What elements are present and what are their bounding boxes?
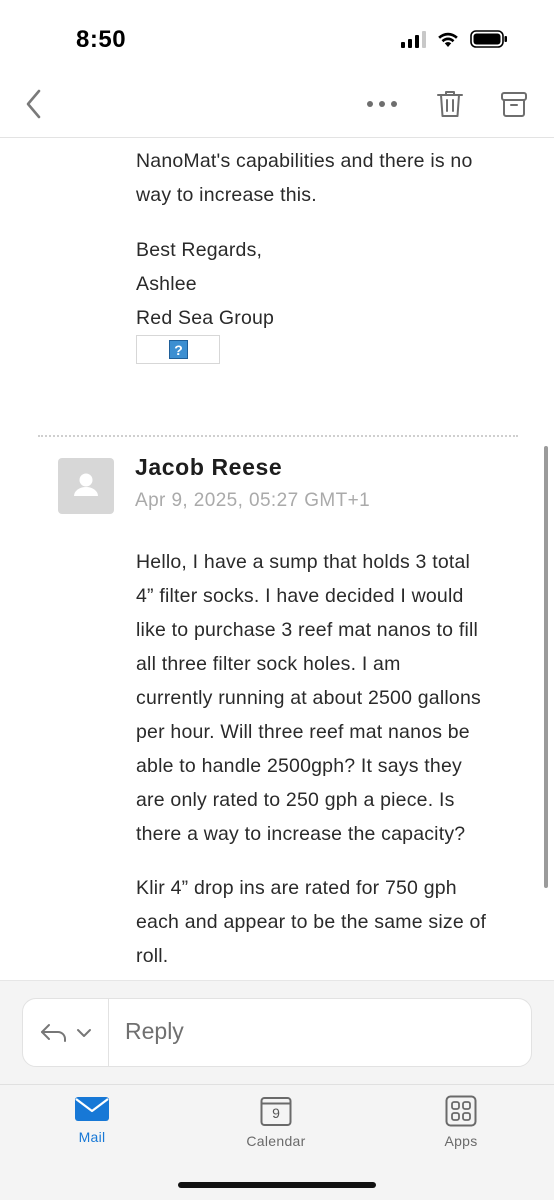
tab-mail[interactable]: Mail [37, 1095, 147, 1155]
body-line: roll. [136, 945, 169, 967]
previous-message-body: NanoMat's capabilities and there is no w… [136, 144, 516, 212]
message-body-paragraph-2: Klir 4” drop ins are rated for 750 gph e… [136, 871, 516, 973]
body-line: Hello, I have a sump that holds 3 total [136, 551, 471, 573]
reply-options-button[interactable] [23, 999, 109, 1066]
body-line: per hour. Will three reef mat nanos be [136, 721, 470, 743]
tab-apps-label: Apps [444, 1133, 478, 1149]
signoff-line: Red Sea Group [136, 307, 275, 329]
tab-mail-label: Mail [78, 1129, 106, 1145]
body-line: are only rated to 250 gph a piece. Is [136, 789, 455, 811]
delete-button[interactable] [430, 84, 470, 124]
broken-image-icon: ? [169, 340, 188, 359]
tab-calendar[interactable]: 9 Calendar [221, 1095, 331, 1155]
message-date: Apr 9, 2025, 05:27 GMT+1 [135, 490, 371, 511]
chevron-down-icon [76, 1028, 91, 1037]
reply-area: Reply [0, 980, 554, 1084]
previous-message-signoff: Best Regards, Ashlee Red Sea Group [136, 233, 516, 335]
body-line: Klir 4” drop ins are rated for 750 gph [136, 877, 457, 899]
message-body-paragraph-1: Hello, I have a sump that holds 3 total … [136, 545, 516, 851]
body-line: all three filter sock holes. I am [136, 653, 401, 675]
body-line: able to handle 2500gph? It says they [136, 755, 462, 777]
body-line: NanoMat's capabilities and there is no [136, 150, 473, 172]
message-toolbar [0, 70, 554, 138]
wifi-icon [438, 32, 458, 47]
reply-arrow-icon [40, 1023, 66, 1042]
body-line: like to purchase 3 reef mat nanos to fil… [136, 619, 479, 641]
body-line: 4” filter socks. I have decided I would [136, 585, 464, 607]
tab-apps[interactable]: Apps [406, 1095, 516, 1155]
chevron-left-icon [26, 89, 41, 119]
calendar-icon: 9 [260, 1095, 292, 1127]
reply-input[interactable]: Reply [125, 1018, 184, 1045]
status-bar: 8:50 [0, 0, 554, 70]
archive-icon [501, 92, 527, 117]
archive-button[interactable] [494, 84, 534, 124]
home-indicator [178, 1182, 376, 1188]
trash-icon [437, 91, 463, 117]
message-thread[interactable]: NanoMat's capabilities and there is no w… [0, 138, 554, 980]
battery-icon [470, 30, 507, 48]
body-line: each and appear to be the same size of [136, 911, 487, 933]
status-time: 8:50 [76, 26, 127, 53]
more-button[interactable] [362, 84, 402, 124]
broken-image-placeholder: ? [136, 335, 220, 364]
body-line: there a way to increase the capacity? [136, 823, 466, 845]
scrollbar[interactable] [544, 446, 548, 888]
message-divider [38, 435, 518, 437]
signoff-line: Best Regards, [136, 239, 263, 261]
body-line: currently running at about 2500 gallons [136, 687, 481, 709]
cellular-signal-icon [401, 30, 426, 48]
person-icon [74, 473, 98, 496]
sender-name: Jacob Reese [135, 454, 283, 480]
signoff-line: Ashlee [136, 273, 197, 295]
avatar [58, 458, 114, 514]
calendar-day: 9 [272, 1105, 280, 1121]
apps-grid-icon [445, 1095, 477, 1127]
tab-calendar-label: Calendar [246, 1133, 306, 1149]
status-icons [401, 30, 508, 48]
more-horizontal-icon [367, 101, 397, 107]
reply-box[interactable]: Reply [22, 998, 532, 1067]
mail-icon [75, 1097, 109, 1121]
body-line: way to increase this. [136, 184, 317, 206]
back-button[interactable] [14, 84, 54, 124]
